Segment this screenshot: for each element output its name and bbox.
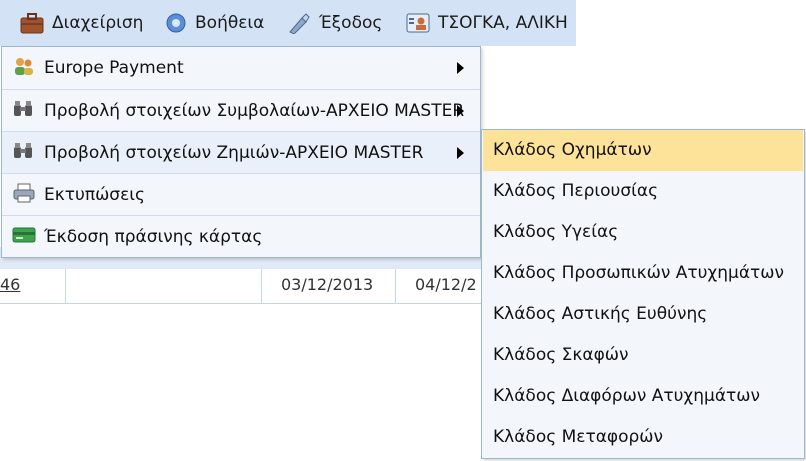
briefcase-icon	[20, 12, 44, 34]
menu-exit[interactable]: Έξοδος	[287, 0, 382, 46]
dropdown-item-label: Europe Payment	[44, 58, 184, 78]
submenu-item-vehicles[interactable]: Κλάδος Οχημάτων	[483, 130, 803, 171]
menu-exit-label: Έξοδος	[319, 13, 383, 33]
submenu-item-property[interactable]: Κλάδος Περιουσίας	[483, 171, 803, 212]
submenu-item-health[interactable]: Κλάδος Υγείας	[483, 212, 803, 253]
dropdown-item-label: Προβολή στοιχείων Συμβολαίων-ΑΡΧΕΙΟ MAST…	[44, 100, 465, 121]
row-link[interactable]: 46	[0, 275, 20, 294]
dropdown-item-label: Εκτυπώσεις	[44, 184, 145, 205]
table-cell-date2: 04/12/2	[415, 275, 477, 294]
table-cell-link[interactable]: 46	[0, 269, 66, 303]
exit-icon	[287, 12, 311, 34]
binoculars-icon	[12, 99, 34, 123]
dropdown-item-green-card[interactable]: Έκδοση πράσινης κάρτας	[2, 216, 480, 257]
user-card-icon	[406, 12, 430, 34]
submenu-item-vessels[interactable]: Κλάδος Σκαφών	[483, 335, 803, 376]
submenu-arrow-icon	[457, 146, 464, 159]
top-menubar: Διαχείριση Βοήθεια Έξοδος ΤΣΟΓΚΑ, ΑΛΙΚΗ	[0, 0, 576, 46]
printer-icon	[12, 182, 36, 208]
dropdown-item-claims-master[interactable]: Προβολή στοιχείων Ζημιών-ΑΡΧΕΙΟ MASTER	[2, 132, 480, 174]
table-row: 46 03/12/2013 04/12/2	[0, 269, 482, 304]
menu-user-label: ΤΣΟΓΚΑ, ΑΛΙΚΗ	[438, 13, 568, 33]
table-cell-empty	[66, 269, 262, 303]
dropdown-item-europe-payment[interactable]: Europe Payment	[2, 47, 480, 90]
green-card-icon	[12, 225, 36, 249]
menu-administration-label: Διαχείριση	[52, 13, 144, 33]
menu-user[interactable]: ΤΣΟΓΚΑ, ΑΛΙΚΗ	[406, 0, 568, 46]
submenu-item-misc-accidents[interactable]: Κλάδος Διαφόρων Ατυχημάτων	[483, 376, 803, 417]
administration-dropdown: Europe Payment Προβολή στοιχείων Συμβολα…	[1, 46, 481, 258]
users-icon	[12, 55, 36, 81]
submenu-arrow-icon	[457, 62, 464, 74]
dropdown-item-label: Έκδοση πράσινης κάρτας	[44, 226, 263, 247]
submenu-item-personal-accidents[interactable]: Κλάδος Προσωπικών Ατυχημάτων	[483, 253, 803, 294]
menu-help[interactable]: Βοήθεια	[165, 0, 264, 46]
submenu-item-civil-liability[interactable]: Κλάδος Αστικής Ευθύνης	[483, 294, 803, 335]
claims-submenu: Κλάδος Οχημάτων Κλάδος Περιουσίας Κλάδος…	[481, 129, 805, 459]
dropdown-item-printouts[interactable]: Εκτυπώσεις	[2, 174, 480, 216]
table-cell-date1: 03/12/2013	[262, 269, 396, 303]
help-icon	[165, 12, 187, 34]
submenu-arrow-icon	[457, 104, 464, 117]
dropdown-item-label: Προβολή στοιχείων Ζημιών-ΑΡΧΕΙΟ MASTER	[44, 142, 424, 163]
menu-administration[interactable]: Διαχείριση	[20, 0, 143, 46]
binoculars-icon	[12, 141, 34, 165]
dropdown-item-contracts-master[interactable]: Προβολή στοιχείων Συμβολαίων-ΑΡΧΕΙΟ MAST…	[2, 90, 480, 132]
submenu-item-transport[interactable]: Κλάδος Μεταφορών	[483, 417, 803, 458]
menu-help-label: Βοήθεια	[195, 13, 265, 33]
